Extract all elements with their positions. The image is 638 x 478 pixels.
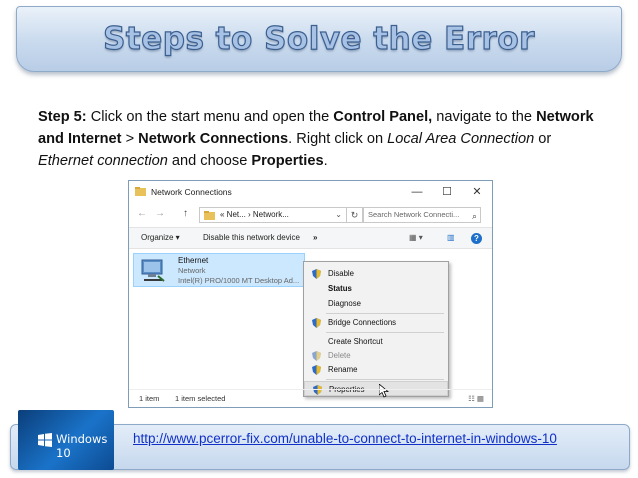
- uac-shield-icon: [312, 351, 321, 361]
- text-run: . Right click on: [288, 131, 388, 147]
- title-banner: Steps to Solve the Error: [16, 6, 622, 72]
- menu-separator: [326, 332, 444, 333]
- address-path: « Net... › Network...: [220, 210, 289, 219]
- refresh-button[interactable]: ↻: [347, 207, 363, 223]
- logo-text: Windows 10: [56, 432, 108, 460]
- disable-device-button[interactable]: Disable this network device: [203, 233, 300, 242]
- organize-button[interactable]: Organize ▾: [141, 233, 180, 242]
- text-run: and choose: [167, 153, 252, 169]
- control-panel-text: Control Panel,: [333, 109, 433, 125]
- search-icon: ⌕: [471, 211, 477, 221]
- menu-item-status[interactable]: Status: [304, 281, 448, 296]
- network-adapter-icon: [141, 259, 165, 282]
- connection-name: Ethernet: [178, 256, 209, 265]
- forward-arrow-icon[interactable]: →: [155, 208, 165, 219]
- status-bar: 1 item 1 item selected ☷ ▦: [129, 389, 492, 407]
- up-arrow-icon[interactable]: ↑: [183, 208, 188, 219]
- selection-count: 1 item selected: [175, 394, 226, 403]
- slide-title: Steps to Solve the Error: [102, 20, 535, 57]
- step-label: Step 5:: [38, 109, 87, 125]
- chevron-down-icon[interactable]: ⌄: [335, 208, 342, 222]
- text-run: or: [534, 131, 552, 147]
- item-count: 1 item: [139, 394, 160, 403]
- uac-shield-icon: [312, 269, 321, 279]
- search-placeholder: Search Network Connecti...: [368, 210, 460, 219]
- menu-label: Delete: [328, 351, 351, 360]
- menu-item-bridge-connections[interactable]: Bridge Connections: [304, 315, 448, 330]
- menu-separator: [326, 313, 444, 314]
- more-commands-button[interactable]: »: [313, 233, 317, 242]
- close-button[interactable]: ✕: [462, 181, 492, 203]
- window-controls: — ☐ ✕: [402, 181, 492, 203]
- properties-text: Properties: [251, 153, 324, 169]
- uac-shield-icon: [312, 365, 321, 375]
- adapter-name: Intel(R) PRO/1000 MT Desktop Ad...: [178, 276, 300, 285]
- help-icon[interactable]: ?: [471, 233, 482, 244]
- instruction-text: Step 5: Click on the start menu and open…: [38, 106, 598, 172]
- ethernet-connection-text: Ethernet connection: [38, 153, 168, 169]
- source-url-link[interactable]: http://www.pcerror-fix.com/unable-to-con…: [133, 431, 557, 446]
- menu-label: Bridge Connections: [328, 318, 397, 327]
- menu-label: Create Shortcut: [328, 337, 383, 346]
- window-titlebar: Network Connections — ☐ ✕: [129, 181, 492, 203]
- view-toggle-icon[interactable]: ☷ ▦: [468, 394, 484, 403]
- minimize-button[interactable]: —: [402, 181, 432, 203]
- menu-item-disable[interactable]: Disable: [304, 266, 448, 281]
- menu-label: Rename: [328, 365, 358, 374]
- text-run: navigate to the: [432, 109, 537, 125]
- menu-label: Diagnose: [328, 299, 361, 308]
- command-bar: Organize ▾ Disable this network device »…: [129, 227, 492, 249]
- menu-item-delete: Delete: [304, 348, 448, 363]
- address-bar[interactable]: « Net... › Network... ⌄: [199, 207, 347, 223]
- menu-label: Disable: [328, 269, 355, 278]
- text-run: .: [323, 153, 328, 169]
- network-folder-icon: [135, 187, 146, 196]
- menu-item-create-shortcut[interactable]: Create Shortcut: [304, 334, 448, 349]
- back-arrow-icon[interactable]: ←: [137, 208, 147, 219]
- windows-10-logo: Windows 10: [18, 410, 114, 470]
- text-run: Click on the start menu and open the: [86, 109, 334, 125]
- maximize-button[interactable]: ☐: [432, 181, 462, 203]
- network-connections-text: Network Connections: [138, 131, 289, 147]
- menu-item-rename[interactable]: Rename: [304, 362, 448, 377]
- menu-item-diagnose[interactable]: Diagnose: [304, 296, 448, 311]
- uac-shield-icon: [312, 318, 321, 328]
- local-area-text: Local Area Connection: [387, 131, 535, 147]
- connection-type: Network: [178, 266, 206, 275]
- menu-label: Status: [328, 284, 352, 293]
- ethernet-connection-item[interactable]: Ethernet Network Intel(R) PRO/1000 MT De…: [133, 253, 305, 287]
- network-connections-window: Network Connections — ☐ ✕ ← → ↑ « Net...…: [128, 180, 493, 408]
- preview-pane-button[interactable]: ▥: [447, 233, 455, 242]
- search-input[interactable]: Search Network Connecti... ⌕: [363, 207, 481, 223]
- view-options-button[interactable]: ▦ ▾: [409, 233, 423, 242]
- network-folder-icon: [204, 211, 215, 220]
- address-row: ← → ↑ « Net... › Network... ⌄ ↻ Search N…: [129, 205, 492, 225]
- context-menu: Disable Status Diagnose Bridge Connectio…: [303, 261, 449, 397]
- menu-separator: [326, 379, 444, 380]
- window-title: Network Connections: [151, 187, 232, 197]
- windows-logo-icon: [38, 433, 52, 447]
- text-run: >: [121, 131, 139, 147]
